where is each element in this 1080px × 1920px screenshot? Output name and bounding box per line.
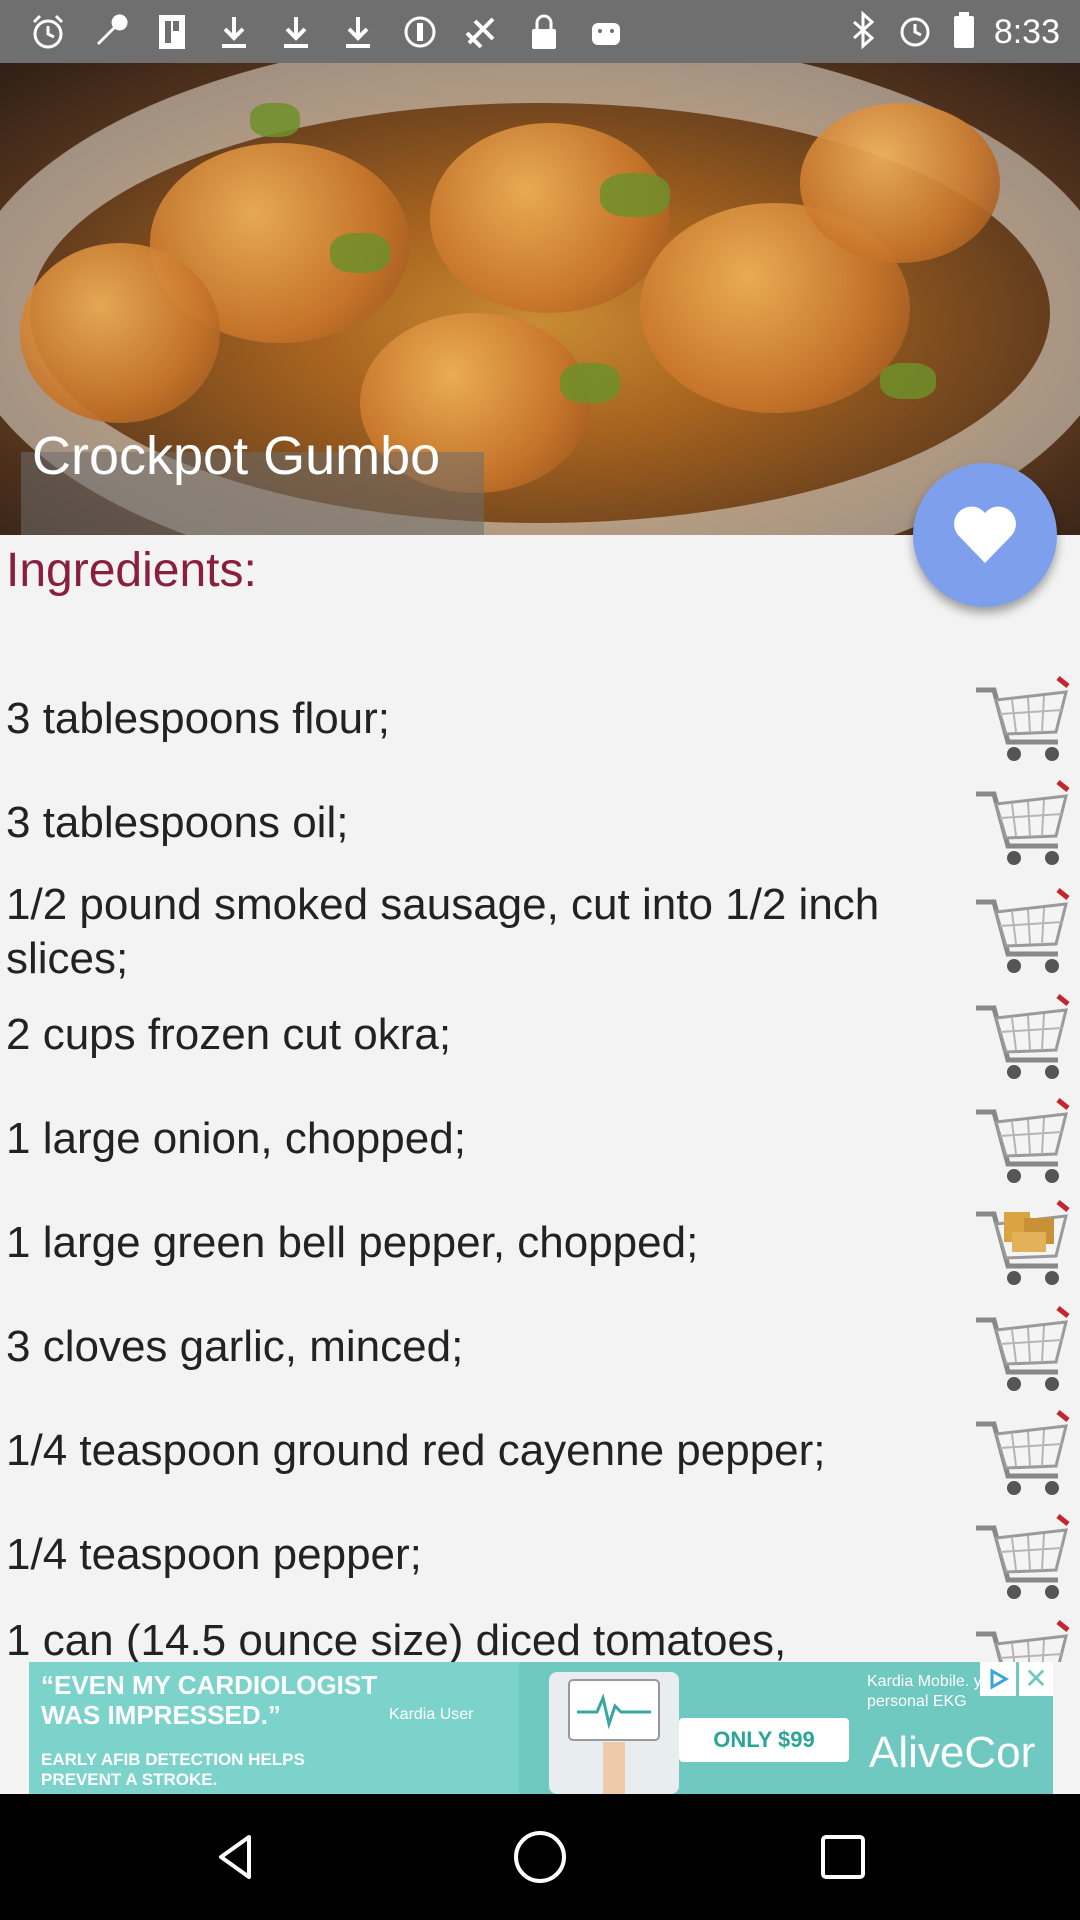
home-icon	[514, 1831, 566, 1883]
heart-icon	[954, 506, 1016, 563]
ingredient-text: 1/2 pound smoked sausage, cut into 1/2 i…	[6, 880, 880, 983]
ingredient-text: 1 can (14.5 ounce size) diced tomatoes,	[6, 1616, 787, 1662]
download-icon	[214, 12, 254, 52]
shopping-cart-icon[interactable]	[972, 1614, 1072, 1662]
ingredient-text: 3 tablespoons flour;	[6, 694, 391, 743]
download-icon	[338, 12, 378, 52]
back-icon	[219, 1835, 251, 1879]
recents-button[interactable]	[808, 1822, 878, 1892]
ingredient-text: 1/4 teaspoon pepper;	[6, 1530, 422, 1579]
shopping-cart-icon[interactable]	[972, 882, 1072, 982]
ingredient-text: 2 cups frozen cut okra;	[6, 1010, 452, 1059]
ingredient-text: 1 large green bell pepper, chopped;	[6, 1218, 699, 1267]
shopping-cart-icon[interactable]	[972, 774, 1072, 874]
status-bar: 8:33	[0, 0, 1080, 63]
full-shopping-cart-icon[interactable]	[972, 1194, 1072, 1294]
pepper	[600, 173, 670, 217]
status-right: 8:33	[848, 8, 1060, 56]
ad-headline: “EVEN MY CARDIOLOGIST WAS IMPRESSED.”	[41, 1670, 378, 1730]
download-icon	[276, 12, 316, 52]
recents-icon	[821, 1835, 865, 1879]
fake-gps-icon	[462, 12, 502, 52]
shopping-cart-icon[interactable]	[972, 1404, 1072, 1504]
ad-phone-image	[549, 1672, 679, 1794]
shrimp	[430, 123, 670, 313]
pepper	[250, 103, 300, 137]
pepper	[330, 233, 390, 273]
pepper	[880, 363, 936, 399]
pepper	[560, 363, 620, 403]
favorite-button[interactable]	[913, 463, 1057, 607]
shopping-cart-icon[interactable]	[972, 1092, 1072, 1192]
ad-small-text: EARLY AFIB DETECTION HELPS PREVENT A STR…	[41, 1750, 305, 1789]
ad-close-icon[interactable]: ✕	[1019, 1662, 1053, 1696]
alarm-icon	[896, 11, 934, 54]
status-time: 8:33	[993, 12, 1060, 51]
battery-icon	[952, 10, 976, 55]
shopping-cart-icon[interactable]	[972, 670, 1072, 770]
ad-attribution: Kardia User	[389, 1706, 474, 1723]
ingredient-text: 3 cloves garlic, minced;	[6, 1322, 464, 1371]
ad-price-button[interactable]: ONLY $99	[679, 1718, 849, 1762]
navigation-bar	[0, 1794, 1080, 1920]
android-icon	[586, 12, 626, 52]
shopping-cart-icon[interactable]	[972, 988, 1072, 1088]
sync-icon	[400, 12, 440, 52]
ingredient-text: 1/4 teaspoon ground red cayenne pepper;	[6, 1426, 826, 1475]
alarm-icon	[28, 12, 68, 52]
ingredient-text: 3 tablespoons oil;	[6, 798, 349, 847]
shopping-cart-icon[interactable]	[972, 1300, 1072, 1400]
back-button[interactable]	[200, 1822, 270, 1892]
ad-banner[interactable]: “EVEN MY CARDIOLOGIST WAS IMPRESSED.” Ka…	[29, 1662, 1053, 1794]
wrench-icon	[90, 12, 130, 52]
ingredient-text: 1 large onion, chopped;	[6, 1114, 466, 1163]
shrimp	[800, 103, 1000, 263]
bluetooth-icon	[848, 10, 878, 55]
recipe-title: Crockpot Gumbo	[32, 426, 441, 486]
shrimp	[20, 243, 220, 423]
file-icon	[152, 12, 192, 52]
ingredient-row: 1 can (14.5 ounce size) diced tomatoes,	[0, 1612, 1080, 1662]
lock-icon	[524, 12, 564, 52]
adchoices-icon[interactable]	[980, 1662, 1016, 1696]
ad-brand: AliveCor	[869, 1728, 1036, 1777]
home-button[interactable]	[505, 1822, 575, 1892]
ingredients-heading: Ingredients:	[6, 544, 257, 597]
shopping-cart-icon[interactable]	[972, 1508, 1072, 1608]
notification-icons	[28, 10, 626, 54]
